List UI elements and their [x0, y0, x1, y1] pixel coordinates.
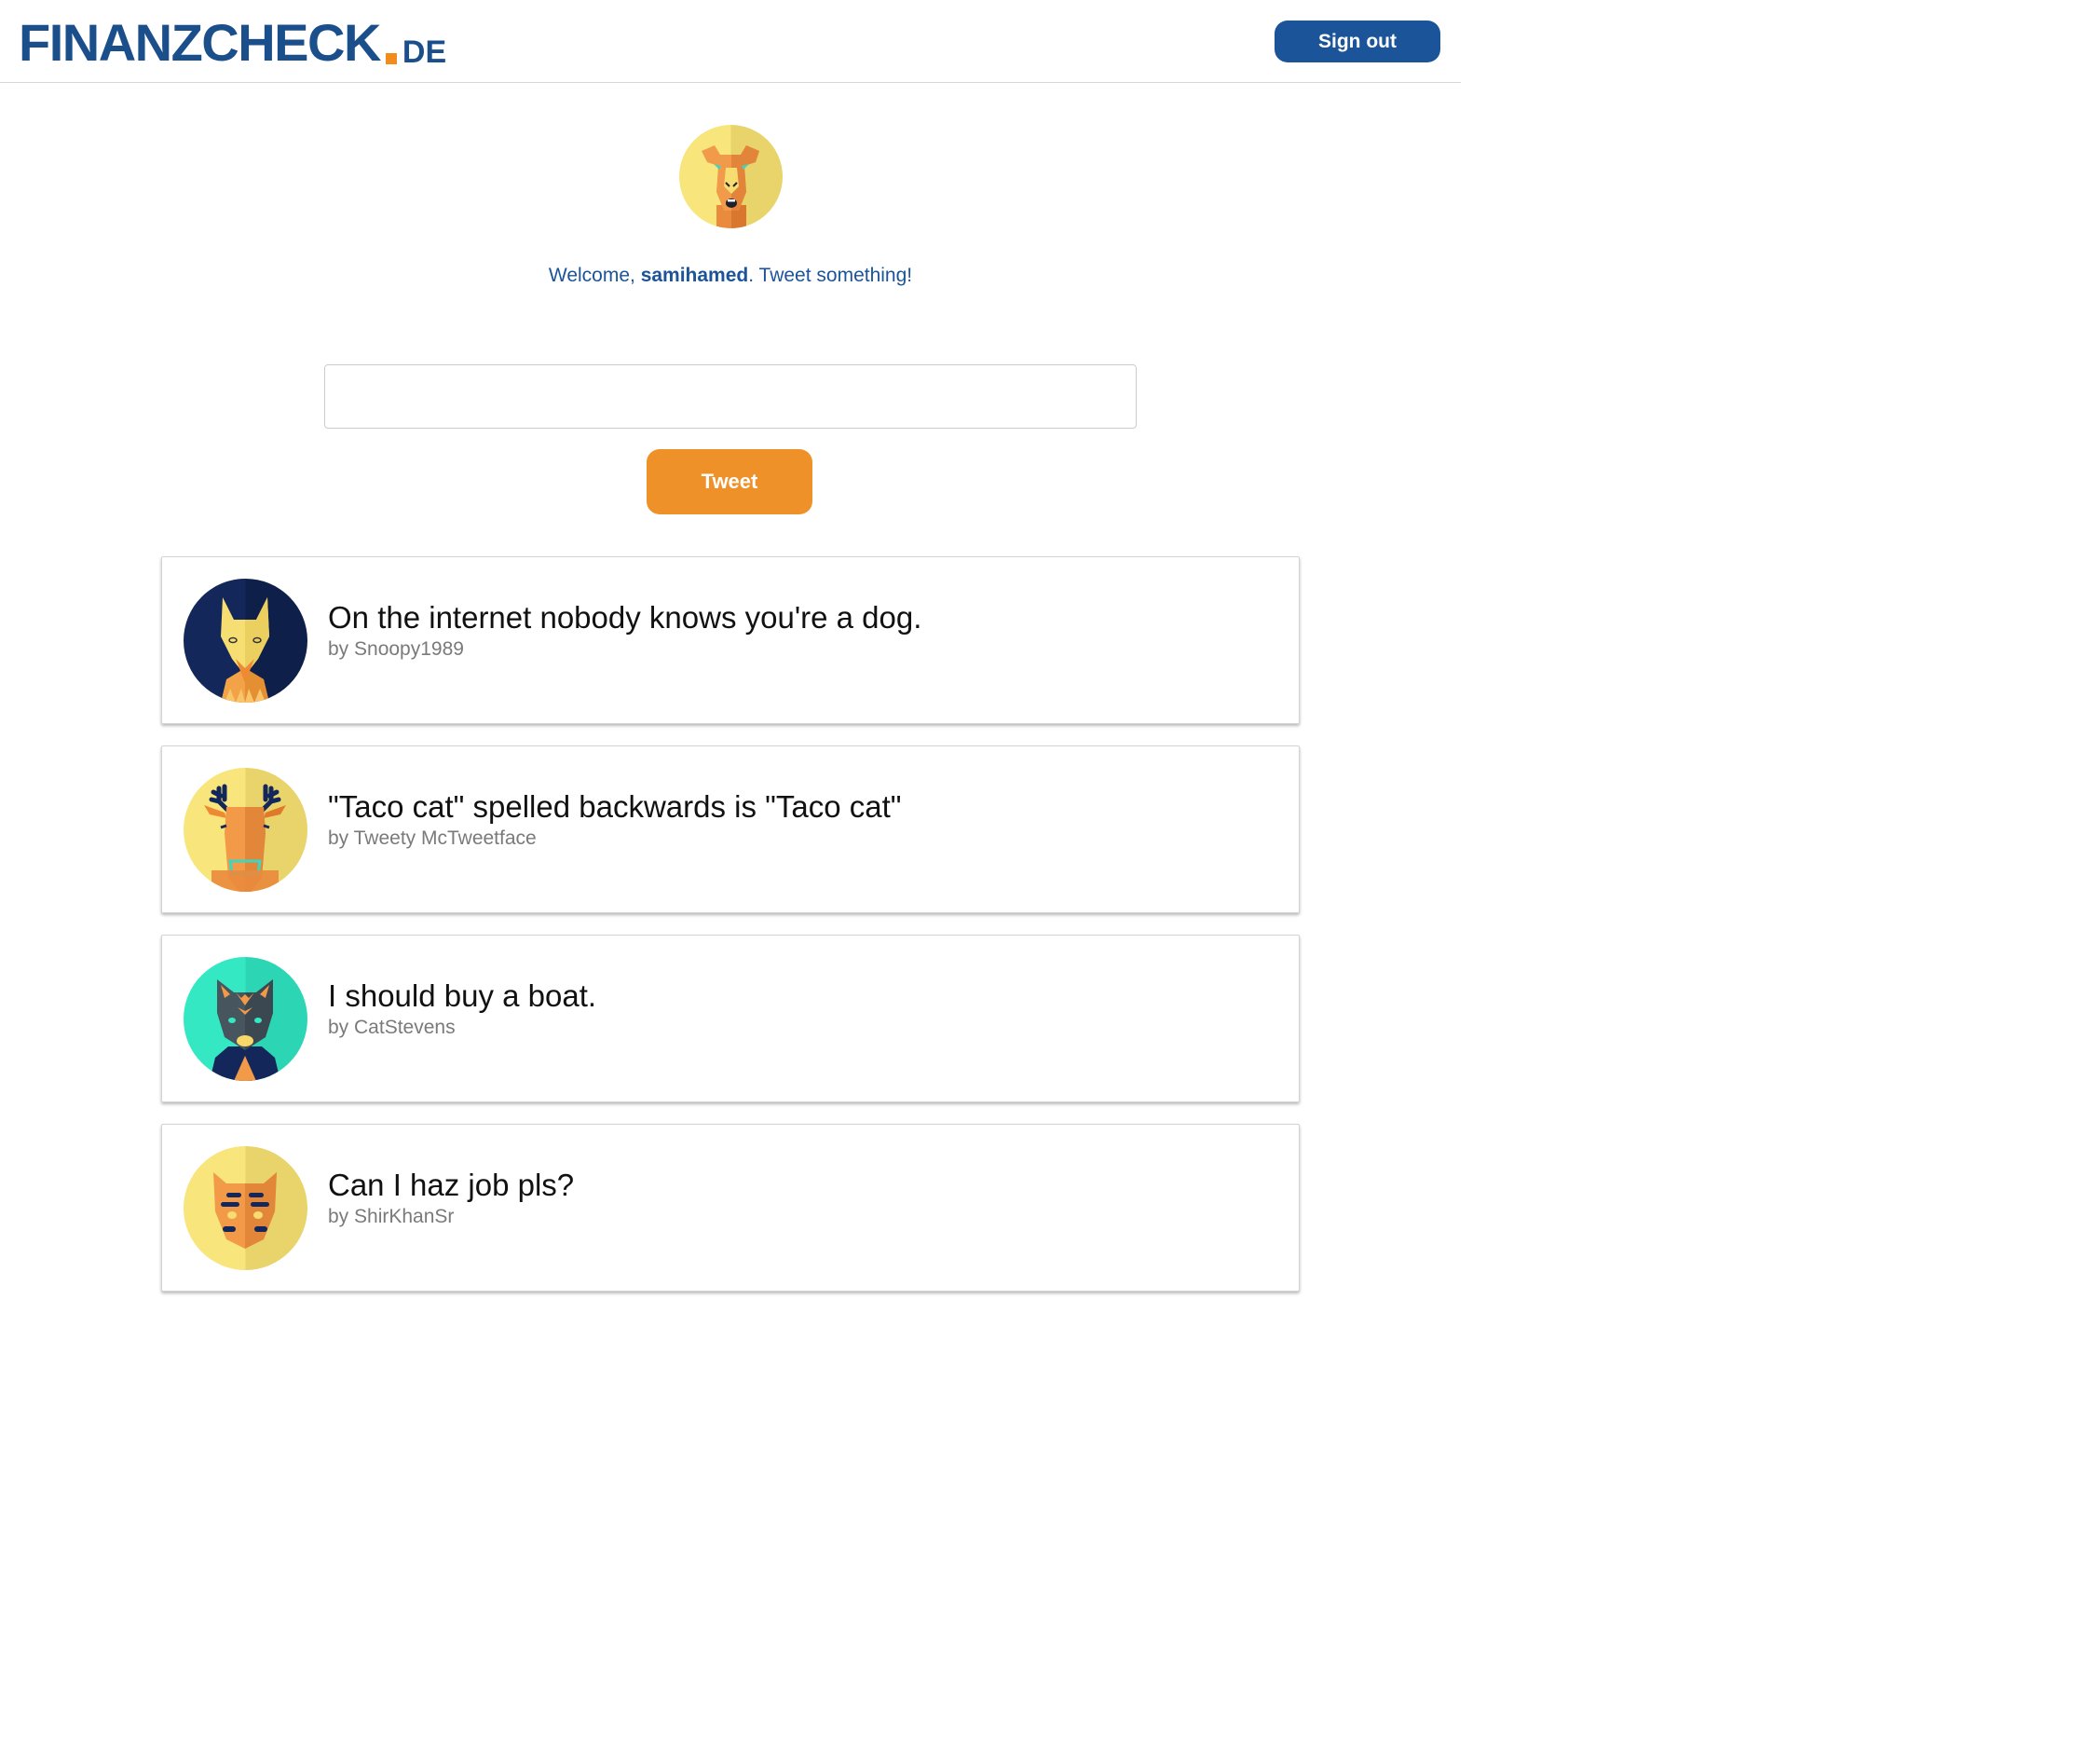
tweet-button[interactable]: Tweet [647, 449, 812, 514]
tiger-avatar-icon [184, 1146, 307, 1270]
tweet-author[interactable]: by CatStevens [328, 1017, 456, 1039]
moose-avatar-icon [184, 768, 307, 892]
welcome-prefix: Welcome, [548, 265, 641, 286]
tweet-text: Can I haz job pls? [328, 1168, 575, 1202]
tweet-input[interactable] [324, 364, 1137, 429]
fox-avatar-icon [184, 579, 307, 703]
tweet-card: On the internet nobody knows you're a do… [161, 556, 1300, 724]
logo-tld: DE [402, 34, 447, 70]
tweet-author[interactable]: by Tweety McTweetface [328, 827, 537, 850]
camel-avatar-icon [679, 125, 783, 228]
cat-avatar-icon [184, 957, 307, 1081]
top-bar: FINANZCHECK DE Sign out [0, 0, 1461, 83]
logo-dot [385, 53, 397, 64]
finanzcheck-logo[interactable]: FINANZCHECK DE [19, 13, 446, 69]
welcome-message: Welcome, samihamed. Tweet something! [0, 265, 1461, 287]
logo-wordmark: FINANZCHECK [19, 13, 381, 72]
sign-out-button[interactable]: Sign out [1275, 21, 1440, 62]
tweet-text: On the internet nobody knows you're a do… [328, 600, 922, 635]
tweet-card: "Taco cat" spelled backwards is "Taco ca… [161, 745, 1300, 913]
tweet-author[interactable]: by ShirKhanSr [328, 1206, 454, 1228]
welcome-suffix: . Tweet something! [748, 265, 913, 286]
tweet-text: "Taco cat" spelled backwards is "Taco ca… [328, 789, 902, 824]
tweet-author[interactable]: by Snoopy1989 [328, 638, 464, 661]
welcome-username: samihamed [640, 265, 749, 286]
tweet-text: I should buy a boat. [328, 978, 597, 1013]
tweet-card: Can I haz job pls? by ShirKhanSr [161, 1124, 1300, 1292]
tweet-card: I should buy a boat. by CatStevens [161, 935, 1300, 1102]
